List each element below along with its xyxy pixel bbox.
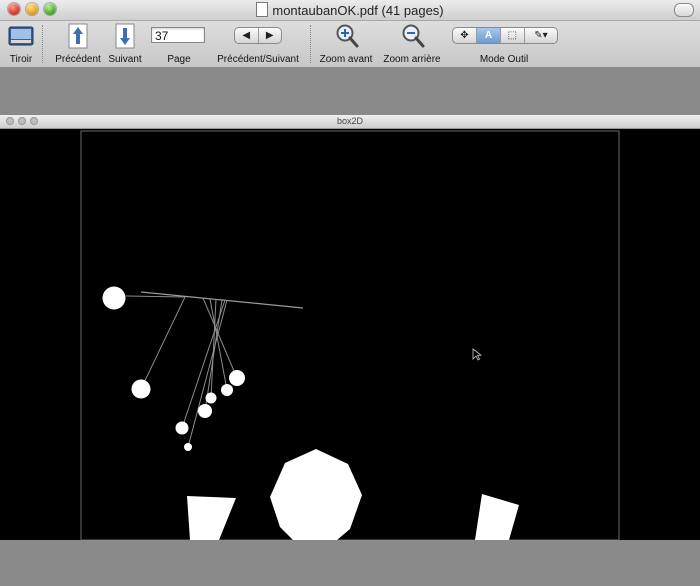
toolbar-separator xyxy=(310,25,311,63)
drawer-label: Tiroir xyxy=(9,54,33,65)
ball xyxy=(184,443,192,451)
ball xyxy=(131,379,151,399)
prev-segment-button[interactable]: ◀ xyxy=(235,28,259,43)
page-number-input[interactable]: 37 xyxy=(151,27,205,43)
prev-next-label: Précédent/Suivant xyxy=(217,54,299,65)
zoom-in-icon xyxy=(336,24,359,48)
arrow-down-icon xyxy=(115,23,135,49)
toolbar-toggle-button[interactable] xyxy=(674,3,694,17)
window-title: montaubanOK.pdf (41 pages) xyxy=(272,3,444,18)
heptagon-block xyxy=(270,449,362,540)
window-title-wrap: montaubanOK.pdf (41 pages) xyxy=(0,2,700,18)
toolbar-separator xyxy=(42,25,43,63)
title-bar: montaubanOK.pdf (41 pages) xyxy=(0,0,700,21)
box2d-window: box2D xyxy=(0,115,700,540)
zoom-out-button[interactable]: Zoom arrière xyxy=(380,21,444,67)
mouse-cursor-icon xyxy=(472,348,483,361)
box2d-window-title: box2D xyxy=(336,116,363,126)
move-tool-icon[interactable]: ✥ xyxy=(453,28,477,43)
text-tool-icon[interactable]: A xyxy=(476,28,501,43)
page-label: Page xyxy=(167,54,191,65)
tool-mode-label: Mode Outil xyxy=(479,54,529,65)
arrow-up-icon xyxy=(68,23,88,49)
previous-page-button[interactable]: Précédent xyxy=(52,21,104,67)
ball xyxy=(229,370,245,386)
desktop-background xyxy=(0,540,700,586)
drawer-button[interactable]: Tiroir xyxy=(3,21,39,67)
pdf-document-icon xyxy=(256,2,269,17)
zoom-out-icon xyxy=(402,24,425,48)
next-label: Suivant xyxy=(108,54,142,65)
drawer-icon xyxy=(8,26,34,46)
tilted-box xyxy=(475,494,519,540)
zoom-in-label: Zoom avant xyxy=(319,54,373,65)
previous-label: Précédent xyxy=(55,54,101,65)
prev-next-group: ◀ ▶ Précédent/Suivant xyxy=(212,21,304,67)
physics-canvas xyxy=(80,130,620,540)
ball xyxy=(175,421,189,435)
toolbar: Tiroir Précédent Suivant 37 Page ◀ ▶ Pré… xyxy=(0,21,700,68)
prev-next-segmented: ◀ ▶ xyxy=(234,27,282,44)
annotate-tool-icon[interactable]: ✎▾ xyxy=(525,28,557,43)
next-segment-button[interactable]: ▶ xyxy=(259,28,282,43)
tool-mode-segmented: ✥ A ⬚ ✎▾ xyxy=(452,27,558,44)
next-page-button[interactable]: Suivant xyxy=(105,21,145,67)
select-tool-icon[interactable]: ⬚ xyxy=(501,28,525,43)
ball xyxy=(102,286,126,310)
ball xyxy=(205,392,217,404)
tool-mode-group: ✥ A ⬚ ✎▾ Mode Outil xyxy=(448,21,560,67)
zoom-in-button[interactable]: Zoom avant xyxy=(316,21,376,67)
zoom-out-label: Zoom arrière xyxy=(383,54,441,65)
page-field-group: 37 Page xyxy=(151,21,207,67)
trapezoid-block xyxy=(187,496,236,540)
ball xyxy=(198,404,212,418)
ball xyxy=(221,384,233,396)
box2d-title-bar: box2D xyxy=(0,115,700,129)
